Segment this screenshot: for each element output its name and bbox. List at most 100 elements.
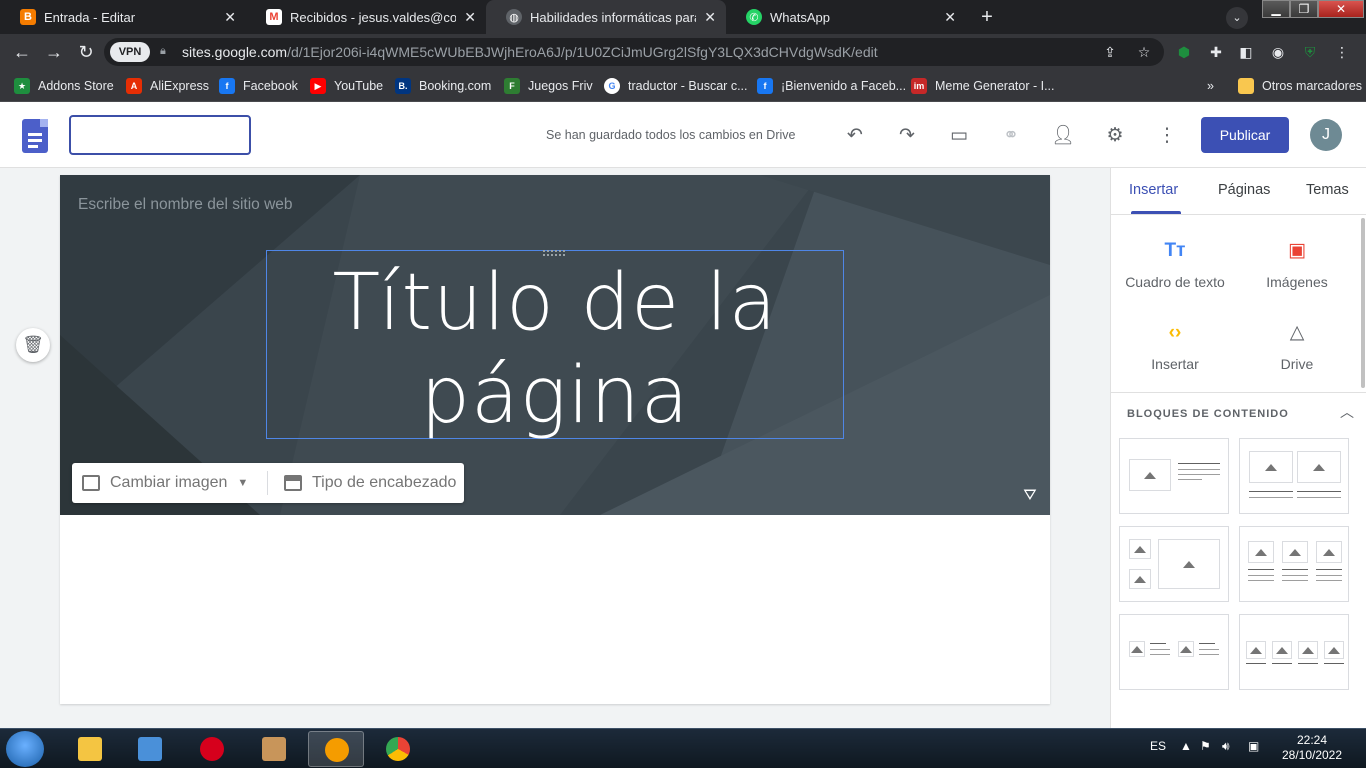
collapse-chevron-icon[interactable]: ︿ bbox=[1339, 402, 1355, 420]
chrome-menu-icon[interactable]: ⋮ bbox=[1332, 42, 1352, 62]
section-style-shapes-icon[interactable]: ⛛ bbox=[1018, 487, 1042, 511]
tab-insertar[interactable]: Insertar bbox=[1129, 182, 1178, 198]
link-icon[interactable]: ⚭ bbox=[999, 124, 1023, 148]
network-icon[interactable]: ▣ bbox=[1248, 739, 1259, 753]
bookmark-label: AliExpress bbox=[150, 79, 210, 93]
bookmark-aliexpress[interactable]: A AliExpress bbox=[126, 76, 209, 96]
content-block-four-images[interactable] bbox=[1239, 614, 1349, 690]
close-tab-icon[interactable]: ✕ bbox=[464, 9, 476, 26]
tab-whatsapp[interactable]: ✆ WhatsApp ✕ bbox=[726, 0, 966, 34]
opera-icon bbox=[200, 737, 224, 761]
more-options-icon[interactable]: ⋮ bbox=[1155, 124, 1179, 148]
content-block-image-text-pairs[interactable] bbox=[1119, 614, 1229, 690]
insert-images-button[interactable]: ▣ Imágenes bbox=[1233, 238, 1361, 290]
bookmark-bienvenido-facebook[interactable]: f ¡Bienvenido a Faceb... bbox=[757, 76, 906, 96]
block-line bbox=[1282, 580, 1308, 581]
tab-search-button[interactable]: ⌄ bbox=[1226, 7, 1248, 29]
browser-tab-strip: B Entrada - Editar ✕ M Recibidos - jesus… bbox=[0, 0, 1366, 34]
windows-start-button[interactable] bbox=[6, 731, 44, 767]
header-type-button[interactable]: Tipo de encabezado bbox=[284, 463, 456, 503]
delete-section-trash-icon[interactable]: 🗑︎ bbox=[16, 328, 50, 362]
tab-gmail[interactable]: M Recibidos - jesus.valdes@correou ✕ bbox=[246, 0, 486, 34]
bookmarks-more-button[interactable]: » bbox=[1207, 76, 1214, 96]
block-line bbox=[1199, 649, 1219, 650]
page-title[interactable]: Título de la página bbox=[267, 257, 843, 443]
block-image-placeholder bbox=[1324, 641, 1344, 659]
insert-text-box-button[interactable]: Tт Cuadro de texto bbox=[1111, 238, 1239, 290]
tab-paginas[interactable]: Páginas bbox=[1218, 182, 1270, 198]
insert-item-label: Drive bbox=[1280, 356, 1314, 372]
show-hidden-icons-icon[interactable]: ▲ bbox=[1180, 739, 1192, 753]
language-indicator[interactable]: ES bbox=[1150, 739, 1166, 753]
reload-icon[interactable]: ↻ bbox=[74, 40, 98, 64]
maximize-button[interactable]: ❐ bbox=[1290, 0, 1318, 18]
settings-gear-icon[interactable]: ⚙ bbox=[1103, 124, 1127, 148]
change-image-button[interactable]: Cambiar imagen ▼ bbox=[82, 463, 248, 503]
vpn-badge[interactable]: VPN bbox=[110, 42, 150, 62]
panel-scrollbar[interactable] bbox=[1361, 218, 1365, 388]
close-window-button[interactable]: ✕ bbox=[1318, 0, 1364, 18]
content-block-two-images[interactable] bbox=[1239, 438, 1349, 514]
taskbar-avast[interactable] bbox=[308, 731, 364, 767]
content-block-image-text[interactable] bbox=[1119, 438, 1229, 514]
block-image-placeholder bbox=[1129, 569, 1151, 589]
drag-handle[interactable] bbox=[543, 250, 565, 256]
profile-icon[interactable]: ◉ bbox=[1268, 42, 1288, 62]
volume-icon[interactable]: 🔊︎ bbox=[1222, 739, 1230, 754]
side-panel-icon[interactable]: ◧ bbox=[1236, 42, 1256, 62]
avatar[interactable]: J bbox=[1310, 119, 1342, 151]
image-icon: ▣ bbox=[1288, 240, 1306, 261]
new-tab-button[interactable]: + bbox=[976, 6, 998, 28]
other-bookmarks[interactable]: Otros marcadores bbox=[1238, 76, 1362, 96]
minimize-button[interactable]: ▁ bbox=[1262, 0, 1290, 18]
address-bar[interactable]: VPN 🔒︎ sites.google.com/d/1Ejor206i-i4qW… bbox=[104, 38, 1164, 66]
bookmark-booking[interactable]: B. Booking.com bbox=[395, 76, 491, 96]
undo-icon[interactable]: ↶ bbox=[843, 124, 867, 148]
taskbar-chrome[interactable] bbox=[370, 731, 426, 767]
block-line bbox=[1246, 663, 1266, 664]
google-sites-logo-icon[interactable] bbox=[22, 119, 48, 153]
bookmark-traductor[interactable]: Gtraductor - Buscar c... bbox=[604, 76, 747, 96]
lock-icon[interactable]: 🔒︎ bbox=[160, 45, 170, 57]
bookmark-addons-store[interactable]: ★ Addons Store bbox=[14, 76, 114, 96]
bookmark-meme-generator[interactable]: im Meme Generator - I... bbox=[911, 76, 1054, 96]
forward-icon[interactable]: → bbox=[42, 40, 66, 64]
taskbar-game[interactable] bbox=[246, 731, 302, 767]
extensions-puzzle-icon[interactable]: ✚ bbox=[1206, 42, 1226, 62]
url-text[interactable]: sites.google.com/d/1Ejor206i-i4qWME5cWUb… bbox=[182, 44, 878, 60]
system-clock[interactable]: 22:24 28/10/2022 bbox=[1280, 733, 1344, 763]
bookmark-youtube[interactable]: ▶ YouTube bbox=[310, 76, 383, 96]
tab-blogger[interactable]: B Entrada - Editar ✕ bbox=[0, 0, 246, 34]
taskbar-opera[interactable] bbox=[184, 731, 240, 767]
content-block-collage[interactable] bbox=[1119, 526, 1229, 602]
close-tab-icon[interactable]: ✕ bbox=[704, 9, 716, 26]
site-name-placeholder[interactable]: Escribe el nombre del sitio web bbox=[78, 196, 293, 214]
taskbar-media-player[interactable] bbox=[122, 731, 178, 767]
share-add-person-icon[interactable]: 👤︎ bbox=[1051, 124, 1075, 148]
shield-icon[interactable]: ⛨ bbox=[1300, 42, 1320, 62]
close-tab-icon[interactable]: ✕ bbox=[944, 9, 956, 26]
content-block-three-images[interactable] bbox=[1239, 526, 1349, 602]
insert-drive-button[interactable]: △ Drive bbox=[1233, 320, 1361, 372]
tab-temas[interactable]: Temas bbox=[1306, 182, 1349, 198]
redo-icon[interactable]: ↷ bbox=[895, 124, 919, 148]
browser-toolbar: ← → ↻ VPN 🔒︎ sites.google.com/d/1Ejor206… bbox=[0, 34, 1366, 70]
taskbar-explorer[interactable] bbox=[62, 731, 118, 767]
bookmark-facebook[interactable]: f Facebook bbox=[219, 76, 298, 96]
bookmark-star-icon[interactable]: ☆ bbox=[1134, 42, 1154, 62]
extension-p-icon[interactable]: ⬢ bbox=[1174, 42, 1194, 62]
share-icon[interactable]: ⇪ bbox=[1100, 42, 1120, 62]
block-line bbox=[1178, 463, 1220, 464]
preview-devices-icon[interactable]: ▭ bbox=[947, 124, 971, 148]
publish-button[interactable]: Publicar bbox=[1201, 117, 1289, 153]
action-center-flag-icon[interactable]: ⚑ bbox=[1200, 739, 1211, 753]
close-tab-icon[interactable]: ✕ bbox=[224, 9, 236, 26]
page-title-textbox[interactable]: Título de la página bbox=[266, 250, 844, 441]
bookmark-juegos-friv[interactable]: F Juegos Friv bbox=[504, 76, 593, 96]
tab-sites-active[interactable]: ◍ Habilidades informáticas para la ✕ bbox=[486, 0, 726, 34]
block-image-placeholder bbox=[1249, 451, 1293, 483]
back-icon[interactable]: ← bbox=[10, 40, 34, 64]
header-banner[interactable]: Escribe el nombre del sitio web Título d… bbox=[60, 175, 1050, 515]
insert-embed-button[interactable]: ‹› Insertar bbox=[1111, 320, 1239, 372]
site-document-name-input[interactable] bbox=[69, 115, 251, 155]
